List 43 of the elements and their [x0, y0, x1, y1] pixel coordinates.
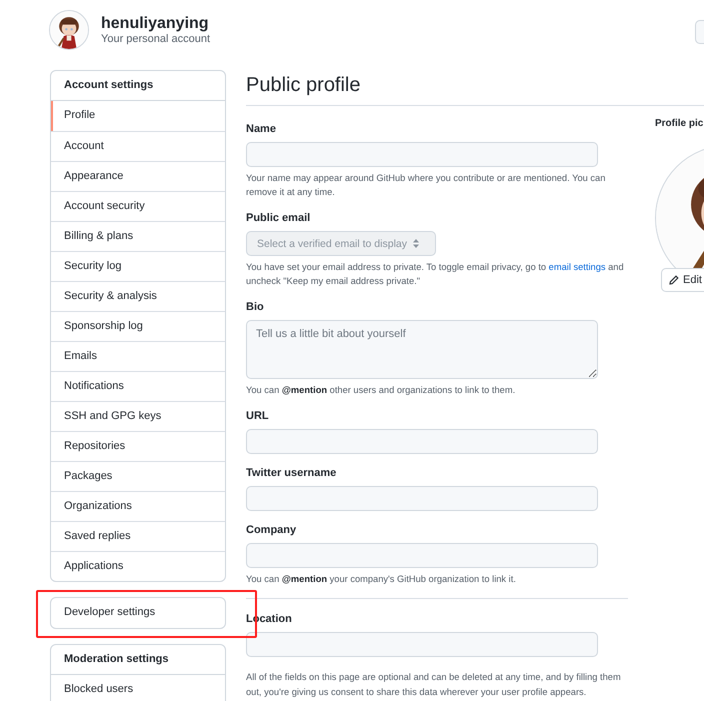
- sidebar-item[interactable]: Sponsorship log: [51, 311, 225, 341]
- text-field[interactable]: [246, 429, 598, 454]
- footer-note: All of the fields on this page are optional and can be deleted at any time, and by filling them out, you're giving us consent to share this data wherever your user profile appears.: [246, 671, 622, 699]
- field-label: Public email: [246, 211, 312, 225]
- sidebar-item[interactable]: Applications: [51, 551, 225, 581]
- field-label: Profile pic: [655, 117, 704, 131]
- field-help: Your name may appear around GitHub where you contribute or are mentioned. You can remove it at any time.: [246, 172, 606, 199]
- field-label: URL: [246, 409, 270, 423]
- text-field[interactable]: [246, 543, 598, 568]
- field-label: Name: [246, 122, 277, 136]
- text-field[interactable]: [246, 486, 598, 511]
- field-help: You can @mention other users and organizations to link to them.: [246, 384, 516, 397]
- page-title: Public profile: [246, 73, 362, 97]
- sidebar-item[interactable]: Saved replies: [51, 521, 225, 551]
- sidebar-item[interactable]: Notifications: [51, 371, 225, 401]
- email-settings-link[interactable]: email settings: [548, 262, 606, 272]
- sidebar-item[interactable]: Repositories: [51, 431, 225, 461]
- account-name: henuliyanying: [101, 14, 210, 32]
- sidebar-item[interactable]: Account security: [51, 191, 225, 221]
- sidebar-heading: Moderation settings: [51, 645, 225, 675]
- field-help: You can @mention your company's GitHub organization to link it.: [246, 573, 517, 586]
- field-help: You have set your email address to private. To toggle email privacy, go to email settings and uncheck "Keep my email address private.": [246, 261, 625, 288]
- sidebar-item[interactable]: Appearance: [51, 161, 225, 191]
- field-label: Company: [246, 523, 298, 537]
- bio-field[interactable]: Tell us a little bit about yourself: [246, 320, 598, 379]
- sidebar-item[interactable]: Security log: [51, 251, 225, 281]
- account-subtitle: Your personal account: [101, 32, 210, 46]
- sidebar-item[interactable]: Account: [51, 131, 225, 161]
- sidebar-item[interactable]: Security & analysis: [51, 281, 225, 311]
- sidebar-item[interactable]: Blocked users: [51, 675, 225, 701]
- text-field[interactable]: [246, 142, 598, 167]
- text-field[interactable]: [246, 632, 598, 657]
- field-label: Bio: [246, 300, 265, 314]
- sidebar-item[interactable]: Emails: [51, 341, 225, 371]
- select-arrows-icon: [413, 239, 419, 248]
- sidebar-item[interactable]: SSH and GPG keys: [51, 401, 225, 431]
- sidebar-item[interactable]: Developer settings: [51, 598, 225, 628]
- sidebar-item[interactable]: Packages: [51, 461, 225, 491]
- edit-button[interactable]: Edit: [661, 268, 704, 292]
- sidebar-item[interactable]: Billing & plans: [51, 221, 225, 251]
- field-label: Twitter username: [246, 466, 338, 480]
- pencil-icon: [669, 275, 679, 285]
- sidebar-item[interactable]: Organizations: [51, 491, 225, 521]
